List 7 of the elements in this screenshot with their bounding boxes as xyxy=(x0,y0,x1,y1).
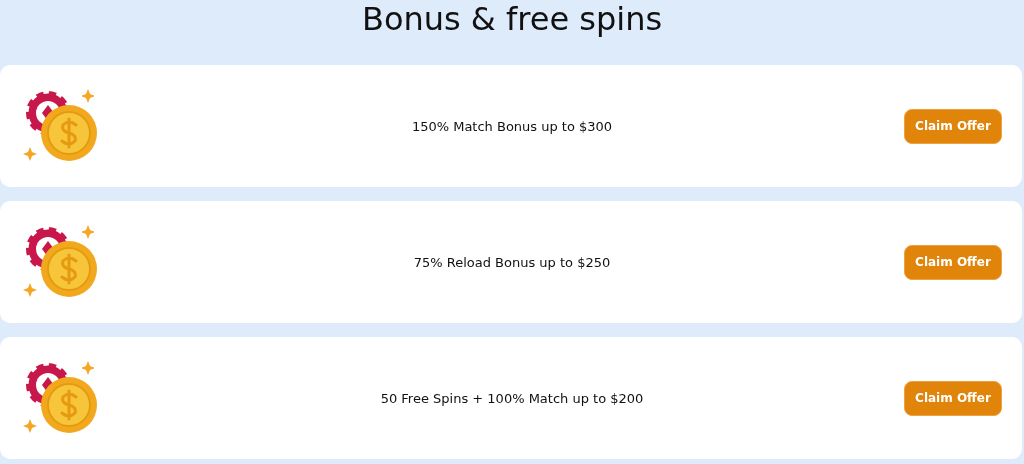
claim-offer-button[interactable]: Claim Offer xyxy=(904,380,1002,416)
offer-title: 150% Match Bonus up to $300 xyxy=(410,118,614,134)
claim-offer-button[interactable]: Claim Offer xyxy=(904,108,1002,144)
offer-title: 50 Free Spins + 100% Match up to $200 xyxy=(379,390,645,406)
offer-title: 75% Reload Bonus up to $250 xyxy=(412,254,612,270)
claim-offer-button[interactable]: Claim Offer xyxy=(904,244,1002,280)
page-title: Bonus & free spins xyxy=(361,0,663,40)
